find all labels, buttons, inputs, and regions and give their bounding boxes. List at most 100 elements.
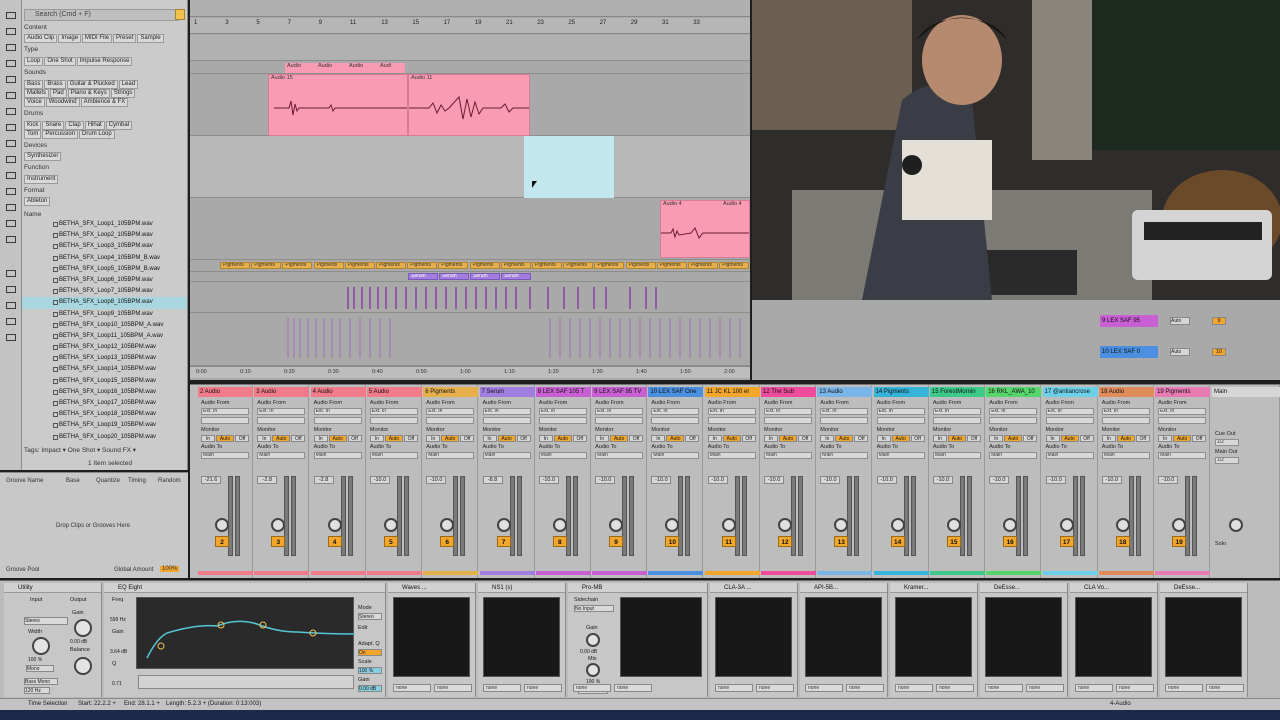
plugin-param-select[interactable]: none [524, 684, 562, 692]
filter-chip[interactable]: Hihat [84, 121, 105, 130]
filter-toggle-button[interactable] [175, 9, 185, 20]
volume-readout[interactable]: -10.0 [651, 476, 672, 484]
plugin-param-select[interactable]: none [1116, 684, 1154, 692]
monitor-in-button[interactable]: In [313, 435, 328, 442]
plugin-param-select[interactable]: none [1075, 684, 1113, 692]
volume-readout[interactable]: -10.0 [820, 476, 841, 484]
master-title[interactable]: Main [1212, 387, 1280, 397]
plugin-param-select[interactable]: none [483, 684, 521, 692]
serum-clip[interactable]: Serum [501, 273, 531, 280]
pan-knob[interactable] [1059, 518, 1074, 532]
input-type-select[interactable]: Ext. In [482, 408, 531, 415]
drums-filter-label[interactable]: Drums [24, 110, 43, 117]
output-select[interactable]: Main [313, 452, 362, 459]
category-icon[interactable] [6, 28, 16, 35]
monitor-auto-button[interactable]: Auto [441, 435, 460, 442]
monitor-off-button[interactable]: Off [741, 435, 756, 442]
grooves-icon[interactable] [6, 172, 16, 179]
input-channel-select[interactable] [595, 417, 644, 424]
track-number[interactable]: 10 [1212, 348, 1226, 356]
folder-icon[interactable] [6, 302, 16, 309]
file-list-item[interactable]: BETHA_SFX_Loop3_105BPM.wav [22, 241, 187, 252]
monitor-off-button[interactable]: Off [1135, 435, 1150, 442]
volume-readout[interactable]: -10.0 [989, 476, 1010, 484]
monitor-auto-button[interactable]: Auto [835, 435, 854, 442]
track-activator-button[interactable]: 13 [834, 536, 849, 547]
input-type-select[interactable]: Ext. In [1158, 408, 1207, 415]
filter-chip[interactable]: Drum Loop [79, 130, 115, 139]
pigments-clip[interactable]: Pigments [625, 262, 656, 269]
master-pan-knob[interactable] [1229, 518, 1243, 532]
filter-chip[interactable]: Lead [118, 80, 139, 89]
collections-icon[interactable] [6, 12, 16, 19]
pigments-clip[interactable]: Pigments [688, 262, 718, 269]
channel-title[interactable]: 4 Audio [310, 387, 366, 397]
monitor-off-button[interactable]: Off [460, 435, 475, 442]
input-type-select[interactable]: Ext. In [595, 408, 644, 415]
volume-readout[interactable]: -10.0 [538, 476, 559, 484]
eq-band-controls[interactable] [138, 675, 354, 689]
clips-icon[interactable] [6, 140, 16, 147]
monitor-off-button[interactable]: Off [629, 435, 644, 442]
device-title[interactable]: NS1 (s) [478, 583, 565, 593]
input-channel-select[interactable] [820, 417, 869, 424]
plugin-param-select[interactable]: none [715, 684, 753, 692]
content-filter-label[interactable]: Content [24, 24, 47, 31]
filter-chip[interactable]: Cymbal [105, 121, 133, 130]
filter-chip[interactable]: Bass [24, 80, 44, 89]
volume-readout[interactable]: -8.8 [482, 476, 503, 484]
output-select[interactable]: Main [707, 452, 756, 459]
filter-chip[interactable]: Voice [24, 98, 45, 107]
plugin-param-select[interactable]: none [573, 684, 611, 692]
format-filter-label[interactable]: Format [24, 187, 45, 194]
device-title[interactable]: Pro-MB [568, 583, 707, 593]
file-list-item[interactable]: BETHA_SFX_Loop20_105BPM.wav [22, 432, 187, 443]
function-filter-label[interactable]: Function [24, 164, 49, 171]
device-title[interactable]: Kramer... [890, 583, 977, 593]
selected-track[interactable]: 4-Audio [1110, 701, 1131, 707]
folder-icon[interactable] [6, 334, 16, 341]
monitor-in-button[interactable]: In [820, 435, 835, 442]
file-list-item[interactable]: BETHA_SFX_Loop13_105BPM.wav [22, 353, 187, 364]
volume-readout[interactable]: -10.0 [1045, 476, 1066, 484]
user-library-icon[interactable] [6, 220, 16, 227]
pigments-clip[interactable]: Pigments [500, 262, 531, 269]
channel-mode-select[interactable]: Stereo [24, 617, 68, 625]
mode-select[interactable]: Stereo [358, 613, 382, 620]
file-list-item[interactable]: BETHA_SFX_Loop1_105BPM.wav [22, 219, 187, 230]
filter-chip[interactable]: Brass [44, 80, 66, 89]
track-activator-button[interactable]: 3 [271, 536, 286, 547]
pan-knob[interactable] [1172, 518, 1187, 532]
monitor-in-button[interactable]: In [932, 435, 947, 442]
monitor-in-button[interactable]: In [595, 435, 610, 442]
volume-readout[interactable]: -2.8 [257, 476, 278, 484]
filter-chip[interactable]: Guitar & Plucked [66, 80, 118, 89]
eq-display[interactable] [136, 597, 356, 669]
sounds-icon[interactable] [6, 44, 16, 51]
monitor-off-button[interactable]: Off [798, 435, 812, 442]
device-title[interactable]: CLA-3A ... [710, 583, 797, 593]
plugin-param-select[interactable]: none [756, 684, 794, 692]
pan-knob[interactable] [215, 518, 229, 532]
input-type-select[interactable]: Ext. In [538, 408, 587, 415]
monitor-off-button[interactable]: Off [347, 435, 362, 442]
width-knob[interactable] [32, 637, 50, 655]
filter-chip[interactable]: MIDI File [82, 34, 113, 43]
monitor-off-button[interactable]: Off [1079, 435, 1094, 442]
monitor-off-button[interactable]: Off [685, 435, 700, 442]
input-channel-select[interactable] [932, 417, 981, 424]
monitor-auto-button[interactable]: Auto [1004, 435, 1023, 442]
filter-chip[interactable]: Sample [137, 34, 164, 43]
output-select[interactable]: Main [989, 452, 1038, 459]
pan-knob[interactable] [496, 518, 511, 532]
bass-mono-button[interactable]: Bass Mono [24, 678, 58, 685]
monitor-in-button[interactable]: In [369, 435, 384, 442]
pigments-clip[interactable]: Pigments [376, 262, 406, 269]
midi-effects-icon[interactable] [6, 108, 16, 115]
track-activator-button[interactable]: 17 [1059, 536, 1074, 547]
track-header-name[interactable]: 9 LEX SAF 95 [1100, 315, 1158, 327]
plugins-icon[interactable] [6, 124, 16, 131]
channel-title[interactable]: 7 Serum [479, 387, 535, 397]
input-channel-select[interactable] [707, 417, 756, 424]
input-channel-select[interactable] [482, 417, 531, 424]
